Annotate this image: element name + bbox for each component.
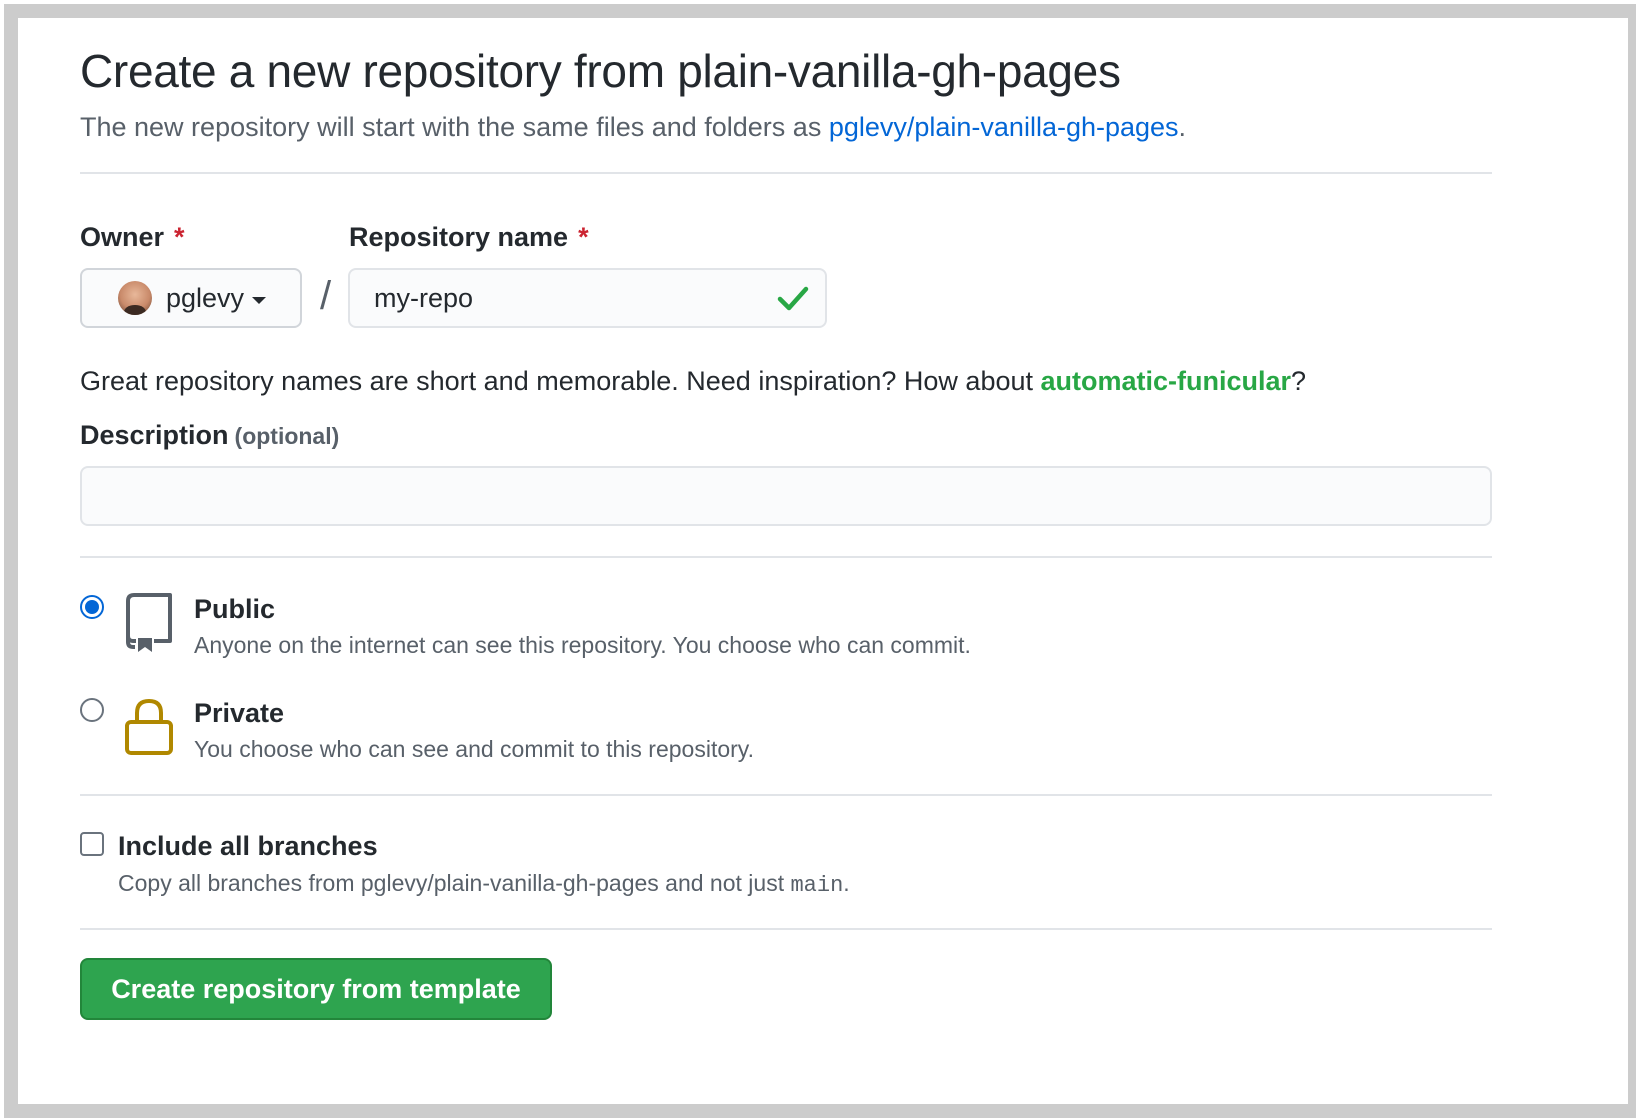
avatar [118,281,152,315]
window-frame: Create a new repository from plain-vanil… [4,4,1636,1118]
include-branches-label: Include all branches [118,831,378,861]
owner-label: Owner * [80,222,185,253]
description-label: Description (optional) [80,420,339,451]
owner-select-button[interactable]: pglevy [80,268,302,328]
divider [80,556,1492,558]
description-input[interactable] [80,466,1492,526]
caret-down-icon [252,296,267,304]
include-branches-description: Copy all branches from pglevy/plain-vani… [118,870,850,898]
page-title: Create a new repository from plain-vanil… [80,45,1121,97]
description-label-text: Description [80,420,229,450]
public-radio[interactable] [80,595,104,619]
public-title: Public [194,594,276,624]
page-subtitle: The new repository will start with the s… [80,112,1186,143]
repo-name-label-text: Repository name [349,222,569,252]
lock-icon [125,698,173,755]
private-radio[interactable] [80,698,104,722]
divider [80,794,1492,796]
repo-name-required-mark: * [578,222,589,252]
divider [80,928,1492,930]
subtitle-prefix: The new repository will start with the s… [80,112,829,142]
divider [80,172,1492,174]
owner-name: pglevy [166,282,245,313]
repo-icon [126,593,172,652]
check-icon [777,286,809,311]
repo-name-input[interactable]: my-repo [348,268,827,328]
owner-label-text: Owner [80,222,165,252]
repo-name-hint: Great repository names are short and mem… [80,366,1306,397]
owner-repo-separator: / [320,274,332,318]
branches-desc-prefix: Copy all branches from pglevy/plain-vani… [118,870,791,896]
name-suggestion-link[interactable]: automatic-funicular [1041,366,1292,396]
hint-suffix: ? [1291,366,1307,396]
owner-required-mark: * [174,222,185,252]
create-repository-button[interactable]: Create repository from template [80,958,552,1020]
hint-prefix: Great repository names are short and mem… [80,366,1041,396]
private-description: You choose who can see and commit to thi… [194,736,754,762]
private-title: Private [194,698,285,728]
default-branch-name: main [790,873,844,898]
include-branches-checkbox[interactable] [80,832,104,856]
template-repo-link[interactable]: pglevy/plain-vanilla-gh-pages [829,112,1179,142]
repo-name-label: Repository name * [349,222,589,253]
repo-name-value: my-repo [374,282,474,313]
subtitle-suffix: . [1178,112,1187,142]
description-optional: (optional) [234,423,340,449]
public-description: Anyone on the internet can see this repo… [194,632,971,658]
branches-desc-suffix: . [843,870,850,896]
